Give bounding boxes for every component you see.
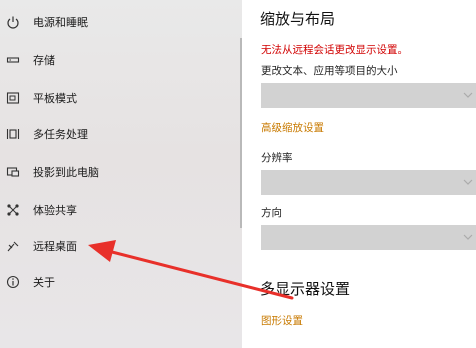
sidebar-item-label: 平板模式	[33, 92, 77, 105]
remote-session-warning: 无法从远程会话更改显示设置。	[261, 44, 408, 56]
sidebar-item-power-sleep[interactable]: 电源和睡眠	[0, 8, 242, 38]
project-icon	[6, 165, 20, 179]
chevron-down-icon	[463, 233, 473, 241]
info-icon	[6, 275, 20, 289]
sidebar-item-label: 存储	[33, 54, 55, 67]
storage-icon	[6, 53, 20, 67]
sidebar-item-storage[interactable]: 存储	[0, 46, 242, 76]
sidebar-item-label: 关于	[33, 276, 55, 289]
sidebar-item-about[interactable]: 关于	[0, 268, 242, 298]
sidebar-item-label: 投影到此电脑	[33, 166, 99, 179]
sidebar-item-tablet-mode[interactable]: 平板模式	[0, 84, 242, 114]
scale-label: 更改文本、应用等项目的大小	[261, 65, 398, 77]
sidebar-item-label: 多任务处理	[33, 128, 88, 141]
multitasking-icon	[6, 127, 20, 141]
settings-sidebar: 电源和睡眠 存储 平板模式 多任务处理 投影到此电脑 体验共享 远程桌面 关于	[0, 0, 242, 348]
sidebar-item-label: 远程桌面	[33, 240, 77, 253]
sidebar-item-label: 体验共享	[33, 204, 77, 217]
orientation-label: 方向	[261, 207, 282, 219]
resolution-label: 分辨率	[261, 152, 293, 164]
remote-desktop-icon	[6, 239, 20, 253]
resolution-dropdown[interactable]	[261, 170, 476, 195]
scale-dropdown[interactable]	[261, 83, 476, 108]
chevron-down-icon	[463, 91, 473, 99]
sidebar-item-project-to-pc[interactable]: 投影到此电脑	[0, 158, 242, 188]
display-settings-panel: 缩放与布局 无法从远程会话更改显示设置。 更改文本、应用等项目的大小 高级缩放设…	[242, 0, 476, 348]
tablet-mode-icon	[6, 91, 20, 105]
sidebar-item-label: 电源和睡眠	[33, 16, 88, 29]
sidebar-item-shared-experiences[interactable]: 体验共享	[0, 196, 242, 226]
shared-experience-icon	[6, 203, 20, 217]
sidebar-item-remote-desktop[interactable]: 远程桌面	[0, 232, 242, 262]
graphics-settings-link[interactable]: 图形设置	[261, 313, 303, 328]
advanced-scaling-link[interactable]: 高级缩放设置	[261, 120, 324, 135]
sidebar-item-multitasking[interactable]: 多任务处理	[0, 120, 242, 150]
orientation-dropdown[interactable]	[261, 225, 476, 250]
chevron-down-icon	[463, 178, 473, 186]
power-icon	[6, 15, 20, 29]
scale-layout-heading: 缩放与布局	[260, 10, 336, 28]
multi-display-heading: 多显示器设置	[260, 280, 351, 298]
